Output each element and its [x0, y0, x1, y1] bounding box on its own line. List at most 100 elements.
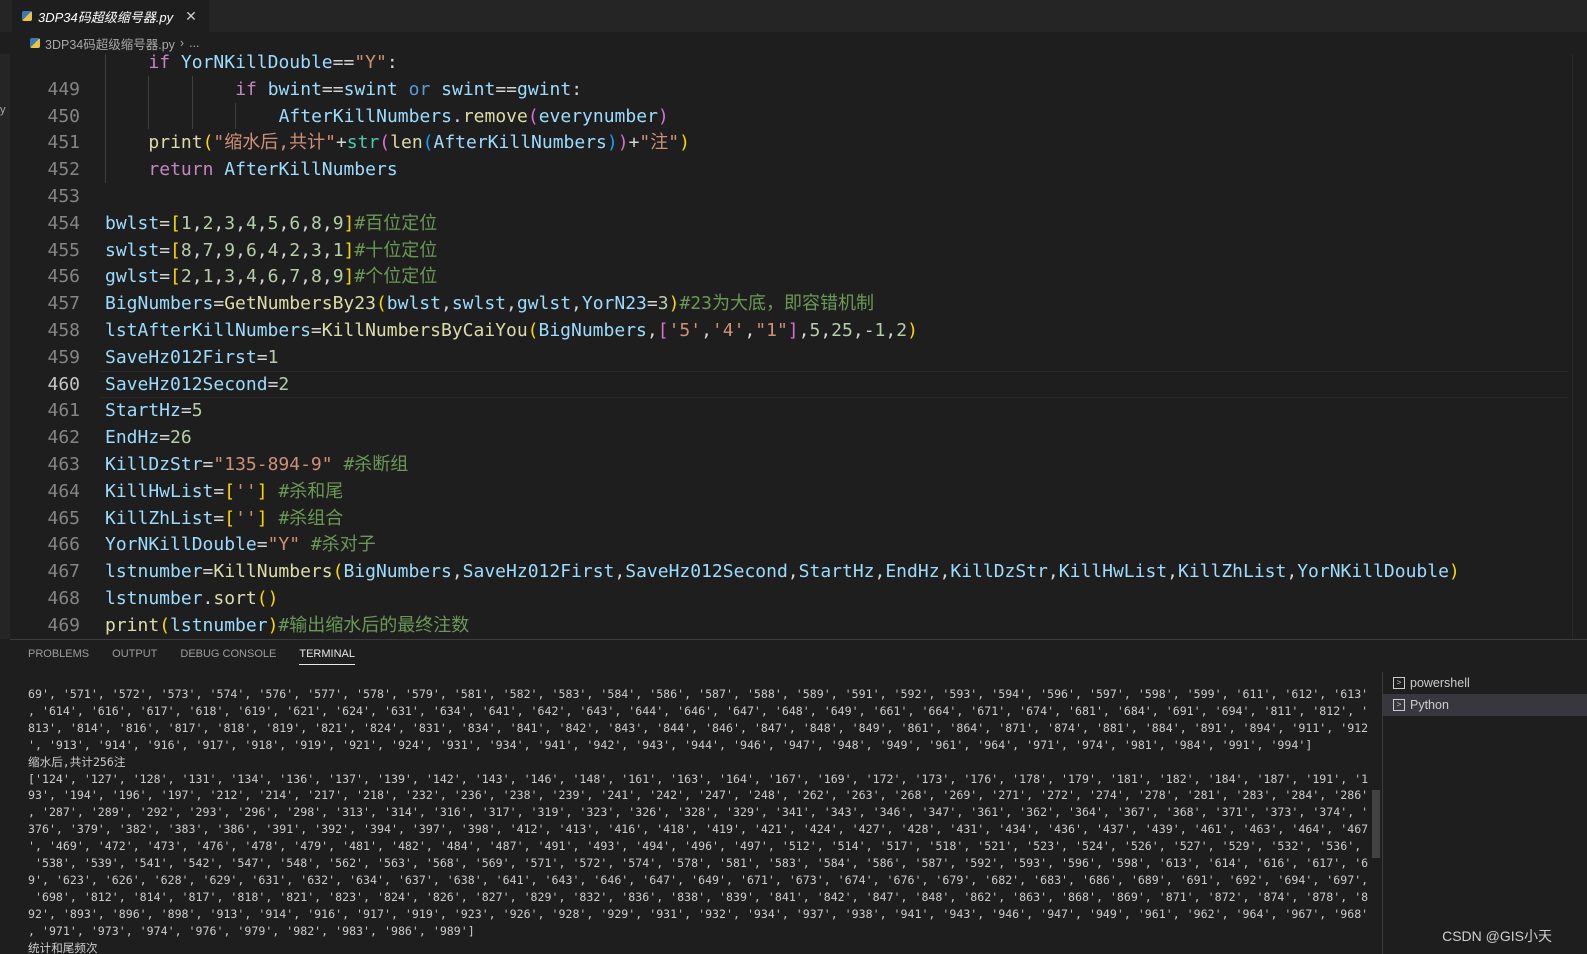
terminal-line: , '971', '973', '974', '976', '979', '98… — [28, 923, 1368, 940]
code-text: return AfterKillNumbers — [148, 156, 397, 183]
code-text: KillDzStr="135-894-9" #杀断组 — [105, 451, 408, 478]
code-line[interactable]: 454 bwlst=[1,2,3,4,5,6,8,9]#百位定位 — [10, 210, 1560, 237]
code-line[interactable]: 465 KillZhList=[''] #杀组合 — [10, 505, 1560, 532]
terminal-item-label: powershell — [1410, 676, 1470, 690]
tab-output[interactable]: OUTPUT — [112, 648, 157, 665]
code-line[interactable]: if YorNKillDouble=="Y": — [10, 54, 1560, 76]
breadcrumb-more[interactable]: ... — [189, 36, 199, 50]
code-text: lstAfterKillNumbers=KillNumbersByCaiYou(… — [105, 317, 918, 344]
line-number: 453 — [10, 183, 80, 210]
code-text: if YorNKillDouble=="Y": — [148, 54, 397, 76]
code-text: lstnumber=KillNumbers(BigNumbers,SaveHz0… — [105, 558, 1460, 585]
code-text: lstnumber.sort() — [105, 585, 278, 612]
terminal-line: 缩水后,共计256注 — [28, 754, 1368, 771]
terminal-item-python[interactable]: > Python — [1383, 694, 1587, 716]
line-number: 450 — [10, 103, 80, 130]
code-text: print(lstnumber)#输出缩水后的最终注数 — [105, 612, 469, 639]
terminal-line: 统计和尾频次 — [28, 940, 1368, 954]
line-number: 452 — [10, 156, 80, 183]
code-line[interactable]: 461StartHz=5 — [10, 397, 1560, 424]
code-text: AfterKillNumbers.remove(everynumber) — [279, 103, 669, 130]
code-line[interactable]: 462 EndHz=26 — [10, 424, 1560, 451]
line-number: 467 — [10, 558, 80, 585]
code-line[interactable]: 456 gwlst=[2,1,3,4,6,7,8,9]#个位定位 — [10, 263, 1560, 290]
terminal-line: 92', '893', '896', '898', '913', '914', … — [28, 906, 1368, 923]
line-number: 451 — [10, 129, 80, 156]
terminal-line: , '287', '289', '292', '293', '296', '29… — [28, 804, 1368, 821]
chevron-right-icon: › — [180, 36, 184, 50]
line-number: 461 — [10, 397, 80, 424]
code-line[interactable]: 452 return AfterKillNumbers — [10, 156, 1560, 183]
code-line[interactable]: 467 lstnumber=KillNumbers(BigNumbers,Save… — [10, 558, 1560, 585]
terminal-output[interactable]: 69', '571', '572', '573', '574', '576', … — [28, 686, 1368, 954]
python-file-icon — [22, 11, 32, 21]
code-line[interactable]: 450 AfterKillNumbers.remove(everynumber) — [10, 103, 1560, 130]
sidebar-edge-text: y — [0, 104, 6, 116]
terminal-line: ', '913', '914', '916', '917', '918', '9… — [28, 737, 1368, 754]
terminal-line: '698', '812', '814', '817', '818', '821'… — [28, 889, 1368, 906]
code-line[interactable]: 453 — [10, 183, 1560, 210]
code-line[interactable]: 458 lstAfterKillNumbers=KillNumbersByCaiY… — [10, 317, 1560, 344]
code-text: SaveHz012Second=2 — [105, 371, 289, 398]
code-line[interactable]: 469 print(lstnumber)#输出缩水后的最终注数 — [10, 612, 1560, 639]
code-text: print("缩水后,共计"+str(len(AfterKillNumbers)… — [148, 129, 690, 156]
tab-debug-console[interactable]: DEBUG CONSOLE — [180, 648, 276, 665]
terminal-line: ['124', '127', '128', '131', '134', '136… — [28, 771, 1368, 788]
terminal-item-powershell[interactable]: > powershell — [1383, 672, 1587, 694]
editor-tab[interactable]: 3DP34码超级缩号器.py ✕ — [12, 0, 209, 32]
line-number: 456 — [10, 263, 80, 290]
breadcrumb: 3DP34码超级缩号器.py › ... — [0, 32, 1587, 54]
breadcrumb-file[interactable]: 3DP34码超级缩号器.py — [45, 34, 175, 53]
terminal-icon: > — [1393, 699, 1405, 711]
tab-problems[interactable]: PROBLEMS — [28, 648, 89, 665]
bottom-panel: PROBLEMS OUTPUT DEBUG CONSOLE TERMINAL 69',… — [10, 639, 1587, 954]
code-line[interactable]: 449if bwint==swint or swint==gwint: — [10, 76, 1560, 103]
code-line[interactable]: 466YorNKillDouble="Y" #杀对子 — [10, 531, 1560, 558]
tab-terminal[interactable]: TERMINAL — [299, 648, 355, 665]
code-text: if bwint==swint or swint==gwint: — [235, 76, 582, 103]
code-text: KillZhList=[''] #杀组合 — [105, 505, 343, 532]
tab-title: 3DP34码超级缩号器.py — [38, 7, 173, 26]
terminal-line: 93', '194', '196', '197', '212', '214', … — [28, 787, 1368, 804]
line-number: 465 — [10, 505, 80, 532]
line-number: 459 — [10, 344, 80, 371]
code-line[interactable]: 455 swlst=[8,7,9,6,4,2,3,1]#十位定位 — [10, 237, 1560, 264]
terminal-item-label: Python — [1410, 698, 1449, 712]
line-number: 462 — [10, 424, 80, 451]
editor-scrollbar[interactable] — [1572, 54, 1587, 639]
code-text: EndHz=26 — [105, 424, 192, 451]
code-line[interactable]: 460SaveHz012Second=2 — [10, 371, 1560, 398]
line-number: 458 — [10, 317, 80, 344]
code-text: swlst=[8,7,9,6,4,2,3,1]#十位定位 — [105, 237, 437, 264]
code-line[interactable]: 457BigNumbers=GetNumbersBy23(bwlst,swlst… — [10, 290, 1560, 317]
terminal-list: > powershell > Python — [1382, 672, 1587, 954]
code-editor[interactable]: if YorNKillDouble=="Y":449if bwint==swin… — [10, 54, 1568, 639]
code-text: BigNumbers=GetNumbersBy23(bwlst,swlst,gw… — [105, 290, 874, 317]
code-text: SaveHz012First=1 — [105, 344, 278, 371]
line-number: 469 — [10, 612, 80, 639]
code-text: gwlst=[2,1,3,4,6,7,8,9]#个位定位 — [105, 263, 437, 290]
code-line[interactable]: 464KillHwList=[''] #杀和尾 — [10, 478, 1560, 505]
terminal-line: 813', '814', '816', '817', '818', '819',… — [28, 720, 1368, 737]
code-line[interactable]: 459 SaveHz012First=1 — [10, 344, 1560, 371]
terminal-icon: > — [1393, 677, 1405, 689]
code-text: YorNKillDouble="Y" #杀对子 — [105, 531, 376, 558]
line-number: 468 — [10, 585, 80, 612]
editor-tab-bar: 3DP34码超级缩号器.py ✕ — [0, 0, 1587, 33]
line-number: 464 — [10, 478, 80, 505]
line-number: 463 — [10, 451, 80, 478]
terminal-line: 376', '379', '382', '383', '386', '391',… — [28, 821, 1368, 838]
code-line[interactable]: 463 KillDzStr="135-894-9" #杀断组 — [10, 451, 1560, 478]
close-icon[interactable]: ✕ — [185, 8, 197, 25]
python-file-icon — [30, 38, 40, 48]
line-number: 455 — [10, 237, 80, 264]
terminal-line: , '614', '616', '617', '618', '619', '62… — [28, 703, 1368, 720]
code-line[interactable]: 468 lstnumber.sort() — [10, 585, 1560, 612]
code-line[interactable]: 451 print("缩水后,共计"+str(len(AfterKillNumbe… — [10, 129, 1560, 156]
terminal-scrollbar[interactable] — [1372, 790, 1380, 858]
sidebar-edge: y — [0, 54, 10, 639]
watermark: CSDN @GIS小天 — [1442, 926, 1552, 946]
terminal-line: '538', '539', '541', '542', '547', '548'… — [28, 855, 1368, 872]
line-number: 454 — [10, 210, 80, 237]
code-text: bwlst=[1,2,3,4,5,6,8,9]#百位定位 — [105, 210, 437, 237]
